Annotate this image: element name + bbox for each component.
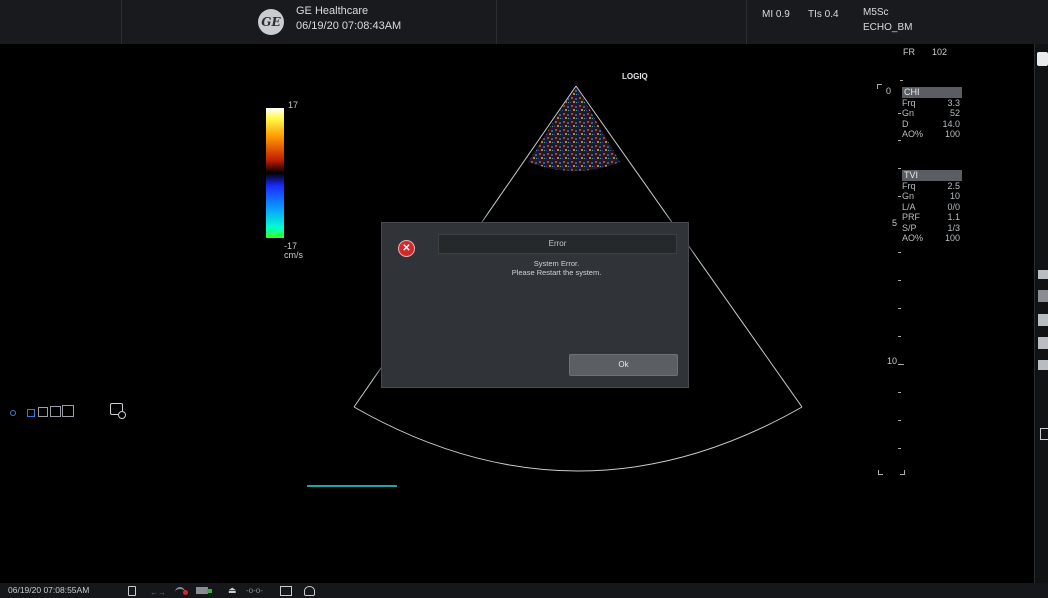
eject-icon: ⏏ (228, 585, 237, 595)
printer-icon (304, 586, 315, 596)
thumbnail-box[interactable] (27, 409, 35, 417)
top-bar-segment (0, 0, 122, 44)
trace-line (307, 485, 397, 487)
depth-mark-5: 5 (892, 218, 898, 228)
chi-key: Frq (902, 97, 916, 108)
chi-title: CHI (902, 87, 962, 98)
top-bar: GE GE Healthcare 06/19/20 07:08:43AM MI … (0, 0, 1048, 44)
tvi-val: 100 (944, 233, 960, 243)
chi-val: 100 (944, 129, 960, 139)
top-bar-segment (496, 0, 747, 44)
power-plug-icon (207, 589, 212, 593)
depth-corner (878, 470, 883, 475)
tvi-key: L/A (902, 201, 916, 212)
depth-mark-0: 0 (886, 86, 892, 96)
depth-tick (898, 364, 904, 365)
header-datetime: 06/19/20 07:08:43AM (296, 20, 402, 32)
tvi-params: TVI Frq 2.5 Gn 10 L/A 0/0 PRF 1.1 S/P 1/3 AO%… (902, 170, 962, 244)
tvi-key: AO% (902, 233, 924, 243)
monitor-icon (280, 586, 292, 596)
dialog-message: System Error. Please Restart the system. (438, 259, 675, 277)
tvi-val: 0/0 (947, 201, 960, 212)
dialog-message-line1: System Error. (533, 259, 580, 268)
preset-name: ECHO_BM (863, 22, 913, 33)
fr-value: 102 (932, 47, 948, 57)
company-name: GE Healthcare (296, 5, 369, 17)
chi-val: 14.0 (942, 118, 960, 129)
chi-val: 52 (949, 108, 960, 118)
gear-icon (118, 411, 126, 419)
network-icon: ←→ (150, 588, 166, 597)
tis-value: TIs 0.4 (808, 9, 839, 20)
color-velocity-bar (266, 108, 284, 238)
tvi-key: Gn (902, 191, 915, 201)
chi-key: AO% (902, 129, 924, 139)
depth-tick (898, 448, 901, 449)
depth-tick (898, 252, 901, 253)
tool-icon[interactable] (1038, 337, 1048, 349)
ge-logo: GE (258, 9, 284, 35)
chi-key: Gn (902, 108, 915, 118)
thumbnail-box[interactable] (62, 405, 74, 417)
menu-icon[interactable] (1038, 270, 1048, 279)
tool-icon[interactable] (1038, 314, 1048, 326)
wifi-error-icon (183, 590, 188, 595)
tvi-val: 1/3 (947, 222, 960, 233)
chi-params: CHI Frq 3.3 Gn 52 D 14.0 AO% 100 (902, 87, 962, 140)
depth-tick (898, 308, 901, 309)
error-dialog: ✕ Error System Error. Please Restart the… (381, 222, 689, 388)
ok-button[interactable]: Ok (569, 354, 678, 376)
lock-icon (128, 586, 136, 596)
tvi-key: Frq (902, 180, 916, 191)
depth-mark-10: 10 (887, 356, 898, 366)
fr-label: FR (903, 47, 915, 57)
page-icon[interactable] (1040, 428, 1048, 440)
chi-key: D (902, 118, 909, 129)
depth-tick (900, 80, 903, 81)
colorbar-max: 17 (288, 100, 299, 110)
thumbnail-box[interactable] (50, 406, 61, 417)
panel-tab[interactable] (1037, 52, 1048, 66)
depth-tick (898, 113, 901, 114)
depth-tick (898, 140, 901, 141)
link-icon: -o-o- (246, 586, 263, 595)
depth-corner (877, 84, 882, 89)
colorbar-unit: cm/s (284, 250, 303, 260)
tool-icon[interactable] (1038, 360, 1048, 370)
depth-tick (898, 420, 901, 421)
indicator-dot (10, 410, 16, 416)
probe-name: M5Sc (863, 7, 889, 18)
error-icon: ✕ (398, 240, 415, 257)
tvi-key: PRF (902, 212, 920, 222)
tvi-val: 2.5 (947, 180, 960, 191)
dialog-message-line2: Please Restart the system. (511, 268, 602, 277)
footer-datetime: 06/19/20 07:08:55AM (8, 585, 90, 595)
tvi-val: 1.1 (947, 212, 960, 222)
tool-icon[interactable] (1038, 290, 1048, 302)
depth-tick (898, 280, 901, 281)
tvi-key: S/P (902, 222, 917, 233)
dialog-title: Error (438, 234, 677, 254)
tvi-val: 10 (949, 191, 960, 201)
tvi-title: TVI (902, 170, 962, 181)
mi-value: MI 0.9 (762, 9, 790, 20)
chi-val: 3.3 (947, 97, 960, 108)
depth-tick (898, 392, 901, 393)
depth-tick (898, 196, 901, 197)
thumbnail-box[interactable] (38, 407, 48, 417)
depth-tick (898, 168, 901, 169)
bottom-status-bar: 06/19/20 07:08:55AM ←→ ⏏ -o-o- (0, 583, 1048, 598)
depth-corner (900, 470, 905, 475)
depth-tick (898, 336, 901, 337)
